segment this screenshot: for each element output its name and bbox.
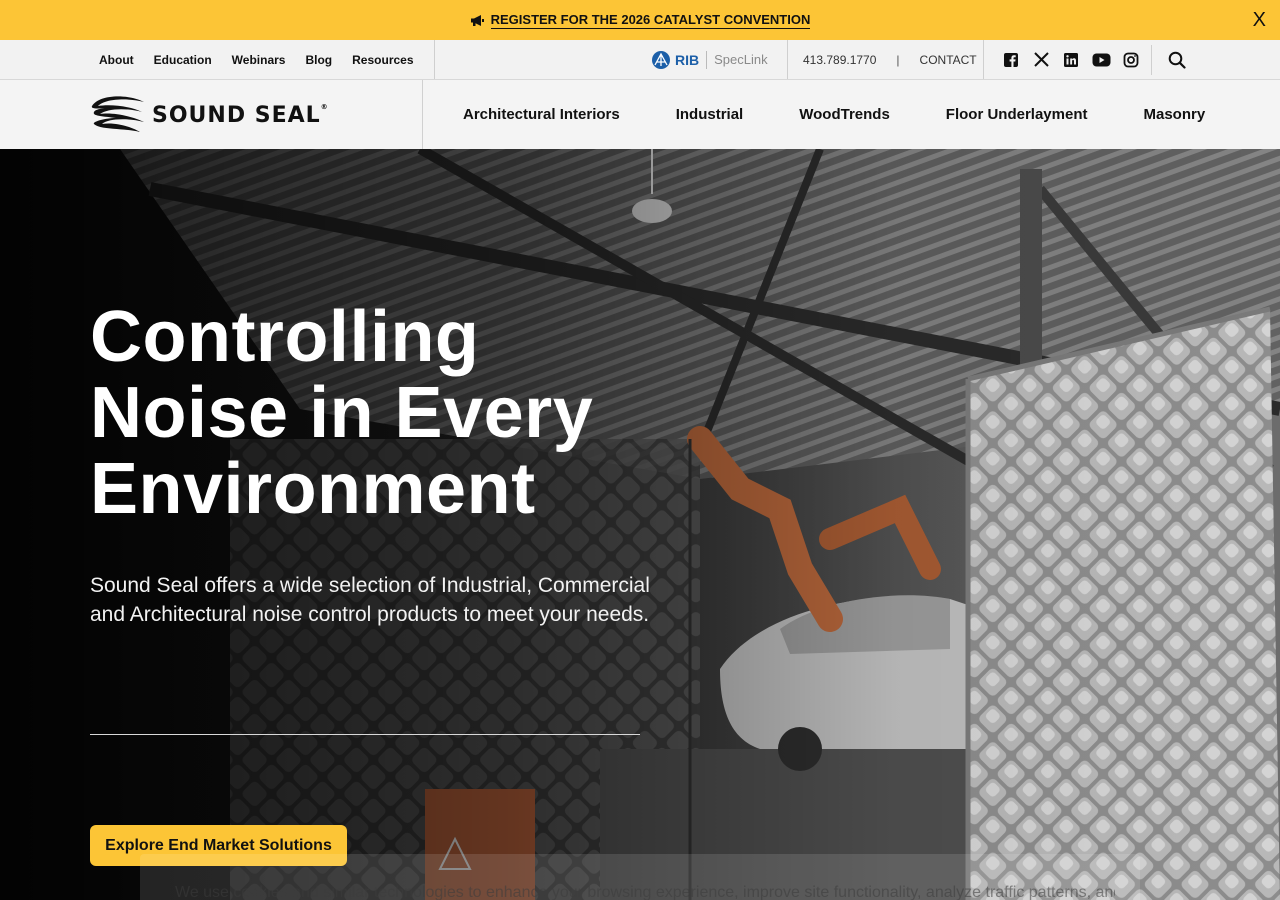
announcement-link[interactable]: REGISTER FOR THE 2026 CATALYST CONVENTIO… (470, 12, 811, 29)
phone-number[interactable]: 413.789.1770 (803, 53, 876, 67)
contact-separator: | (896, 52, 900, 67)
brand-name-text: Sound Seal (152, 102, 321, 128)
instagram-icon[interactable] (1121, 50, 1141, 70)
hero-title-line-3: Environment (90, 449, 536, 529)
nav-industrial[interactable]: Industrial (676, 106, 744, 123)
utility-bar: About Education Webinars Blog Resources … (0, 40, 1280, 80)
main-header: Sound Seal® Architectural Interiors Indu… (0, 80, 1280, 149)
registered-mark: ® (320, 102, 329, 111)
hero-title-line-1: Controlling (90, 297, 480, 377)
sound-seal-swoosh-icon (91, 96, 144, 132)
rib-globe-icon (652, 50, 670, 69)
util-link-blog[interactable]: Blog (305, 53, 332, 67)
hero-title: Controlling Noise in Every Environment (90, 299, 690, 527)
hero-section: Controlling Noise in Every Environment S… (0, 149, 1280, 900)
nav-architectural-interiors[interactable]: Architectural Interiors (463, 106, 620, 123)
search-icon (1168, 51, 1186, 69)
header-divider (422, 80, 423, 149)
speclink-divider (706, 50, 708, 69)
facebook-icon[interactable] (1001, 50, 1021, 70)
announcement-text: REGISTER FOR THE 2026 CATALYST CONVENTIO… (490, 11, 811, 29)
linkedin-icon[interactable] (1061, 50, 1081, 70)
search-button[interactable] (1151, 45, 1201, 75)
brand-name: Sound Seal® (152, 103, 329, 128)
util-link-about[interactable]: About (99, 53, 134, 67)
nav-woodtrends[interactable]: WoodTrends (799, 106, 890, 123)
rib-speclink-logo[interactable]: RIB SpecLink (651, 40, 788, 79)
utility-nav: About Education Webinars Blog Resources (89, 40, 435, 79)
x-twitter-icon[interactable] (1031, 50, 1051, 70)
util-link-resources[interactable]: Resources (352, 53, 413, 67)
hero-divider (90, 734, 640, 735)
speclink-label: SpecLink (714, 52, 768, 67)
brand-logo[interactable]: Sound Seal® (90, 94, 329, 134)
hero-subtitle: Sound Seal offers a wide selection of In… (90, 574, 650, 626)
rib-label: RIB (675, 51, 700, 68)
cookie-banner-text: We use cookies and similar technologies … (175, 884, 1115, 900)
announcement-bar: REGISTER FOR THE 2026 CATALYST CONVENTIO… (0, 0, 1280, 40)
cookie-banner: We use cookies and similar technologies … (140, 854, 1140, 900)
nav-masonry[interactable]: Masonry (1143, 106, 1205, 123)
util-link-webinars[interactable]: Webinars (232, 53, 286, 67)
hero-title-line-2: Noise in Every (90, 373, 594, 453)
nav-floor-underlayment[interactable]: Floor Underlayment (946, 106, 1088, 123)
close-announcement-button[interactable]: X (1253, 9, 1266, 31)
youtube-icon[interactable] (1091, 50, 1111, 70)
social-links (996, 40, 1146, 79)
contact-link[interactable]: CONTACT (920, 53, 977, 67)
main-nav: Architectural Interiors Industrial WoodT… (463, 80, 1205, 149)
megaphone-icon (470, 14, 484, 26)
util-link-education[interactable]: Education (154, 53, 212, 67)
contact-info: 413.789.1770 | CONTACT (788, 40, 984, 79)
